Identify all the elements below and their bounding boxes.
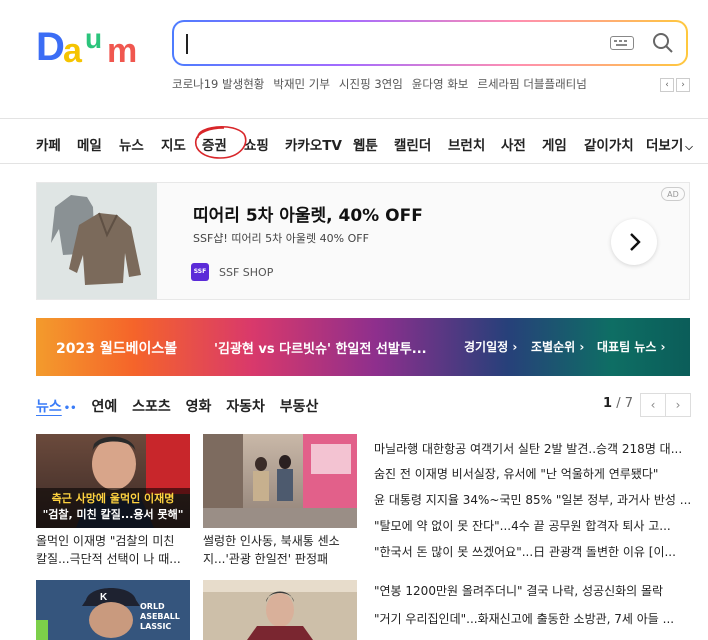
trending-keyword[interactable]: 시진핑 3연임	[339, 77, 403, 91]
tab-car[interactable]: 자동차	[226, 399, 265, 415]
nav-item-kakaotv[interactable]: 카카오TV	[285, 134, 342, 154]
ad-badge[interactable]: AD	[661, 187, 685, 201]
tab-movie[interactable]: 영화	[186, 399, 212, 415]
thumbnail-text: ORLD ASEBALL LASSIC	[140, 602, 180, 631]
headline-link[interactable]: "탈모에 약 없이 못 잔다"...4수 끝 공무원 합격자 퇴사 고...	[374, 517, 692, 534]
tab-entertainment[interactable]: 연예	[91, 399, 117, 415]
banner-headline[interactable]: '김광현 vs 다르빗슈' 한일전 선발투...	[214, 338, 427, 357]
news-card[interactable]: 측근 사망에 울먹인 이재명 "검찰, 미친 칼질...용서 못해" 올먹인 이…	[36, 434, 190, 568]
news-title-line2: 지...'관광 한일전' 판정패	[203, 552, 329, 566]
trending-keyword[interactable]: 박재민 기부	[273, 77, 330, 91]
ad-next-button[interactable]	[611, 219, 657, 265]
tab-dot-icon: ••	[63, 403, 77, 414]
headline-link[interactable]: "거기 우리집인데"...화재신고에 출동한 소방관, 7세 아들 ...	[374, 610, 692, 627]
headline-link[interactable]: 숨진 전 이재명 비서실장, 유서에 "난 억울하게 연루됐다"	[374, 465, 692, 482]
news-title-line1: 올먹인 이재명 "검찰의 미친	[36, 534, 175, 548]
banner-link-team-news[interactable]: 대표팀 뉴스 ›	[597, 338, 666, 355]
tab-news[interactable]: 뉴스	[36, 399, 62, 415]
service-nav: 카페 메일 뉴스 지도 증권 쇼핑 카카오TV 웹툰 캘린더 브런치 사전 게임…	[0, 118, 708, 164]
svg-text:a: a	[63, 32, 83, 66]
banner-brand: 2023 월드베이스볼	[56, 341, 178, 357]
ssf-logo: SSF	[191, 263, 209, 281]
trending-keyword[interactable]: 윤다영 화보	[412, 77, 469, 91]
banner-link-standings[interactable]: 조별순위 ›	[531, 338, 584, 355]
more-label: 더보기	[646, 138, 684, 154]
nav-item-brunch[interactable]: 브런치	[448, 134, 485, 154]
keyboard-icon[interactable]	[610, 36, 634, 50]
search-icon[interactable]	[652, 32, 674, 54]
trending-next-button[interactable]: ›	[676, 78, 690, 92]
news-thumbnail[interactable]	[203, 580, 357, 640]
ad-subtitle: SSF샵! 띠어리 5차 아울렛 40% OFF	[193, 232, 369, 245]
nav-item-dictionary[interactable]: 사전	[501, 134, 526, 154]
headline-link[interactable]: "한국서 돈 많이 못 쓰겠어요"...日 관광객 돌변한 이유 [이...	[374, 543, 692, 560]
news-next-button[interactable]: ›	[665, 393, 691, 417]
ad-title: 띠어리 5차 아울렛, 40% OFF	[193, 206, 423, 226]
chevron-left-icon: ‹	[650, 398, 656, 412]
banner-link-schedule[interactable]: 경기일정 ›	[464, 338, 517, 355]
page-total: / 7	[616, 396, 633, 411]
nav-item-game[interactable]: 게임	[542, 134, 567, 154]
trending-prev-button[interactable]: ‹	[660, 78, 674, 92]
nav-item-cafe[interactable]: 카페	[36, 134, 61, 154]
trending-keyword[interactable]: 르세라핌 더블플래티넘	[477, 77, 586, 91]
trending-keywords: 코로나19 발생현황 박재민 기부 시진핑 3연임 윤다영 화보 르세라핌 더블플래티넘	[172, 76, 596, 92]
nav-item-mail[interactable]: 메일	[77, 134, 102, 154]
chevron-right-icon	[630, 233, 641, 251]
daum-logo[interactable]: D a u m	[36, 22, 154, 66]
text-caret	[186, 34, 188, 54]
news-thumbnail	[203, 434, 357, 528]
tab-sports[interactable]: 스포츠	[132, 399, 171, 415]
search-input[interactable]	[172, 20, 688, 66]
chevron-down-icon: ⌵	[685, 142, 693, 153]
ad-banner[interactable]: 띠어리 5차 아울렛, 40% OFF SSF샵! 띠어리 5차 아울렛 40%…	[36, 182, 690, 300]
news-thumbnail[interactable]: K ORLD ASEBALL LASSIC	[36, 580, 190, 640]
ad-product-image	[37, 183, 157, 299]
nav-item-news[interactable]: 뉴스	[119, 134, 144, 154]
svg-text:D: D	[36, 25, 65, 66]
trending-keyword[interactable]: 코로나19 발생현황	[172, 77, 264, 91]
nav-item-more[interactable]: 더보기 ⌵	[646, 134, 693, 154]
nav-item-together[interactable]: 같이가치	[584, 134, 634, 154]
page-current: 1	[603, 396, 613, 411]
news-thumbnail: 측근 사망에 울먹인 이재명 "검찰, 미친 칼질...용서 못해"	[36, 434, 190, 528]
tab-realestate[interactable]: 부동산	[280, 399, 319, 415]
news-tabs: 뉴스 •• 연예 스포츠 영화 자동차 부동산	[36, 396, 328, 416]
thumbnail-caption-2: "검찰, 미친 칼질...용서 못해"	[42, 508, 184, 521]
nav-item-webtoon[interactable]: 웹툰	[353, 134, 378, 154]
nav-item-calendar[interactable]: 캘린더	[394, 134, 431, 154]
chevron-right-icon: ›	[675, 398, 681, 412]
news-prev-button[interactable]: ‹	[640, 393, 666, 417]
news-card[interactable]: 썰렁한 인사동, 북새통 센소 지...'관광 한일전' 판정패	[203, 434, 357, 568]
thumbnail-caption-1: 측근 사망에 울먹인 이재명	[51, 492, 175, 505]
nav-item-map[interactable]: 지도	[161, 134, 186, 154]
headline-link[interactable]: "연봉 1200만원 올려주더니" 결국 나락, 성공신화의 몰락	[374, 582, 692, 599]
svg-text:m: m	[107, 32, 137, 66]
news-title-line2: 칼질...극단적 선택이 나 때...	[36, 552, 181, 566]
headline-link[interactable]: 마닐라행 대한항공 여객기서 실탄 2발 발견..승객 218명 대...	[374, 440, 692, 457]
wbc-banner[interactable]: 2023 월드베이스볼 '김광현 vs 다르빗슈' 한일전 선발투... 경기일…	[36, 318, 690, 376]
ad-brand: SSF SHOP	[219, 266, 274, 279]
headline-link[interactable]: 윤 대통령 지지율 34%~국민 85% "일본 정부, 과거사 반성 ...	[374, 491, 692, 508]
news-pager: 1 / 7	[603, 396, 633, 411]
svg-text:K: K	[100, 592, 108, 603]
news-title-line1: 썰렁한 인사동, 북새통 센소	[203, 534, 340, 548]
svg-text:u: u	[85, 23, 102, 54]
red-circle-annotation	[195, 125, 247, 159]
